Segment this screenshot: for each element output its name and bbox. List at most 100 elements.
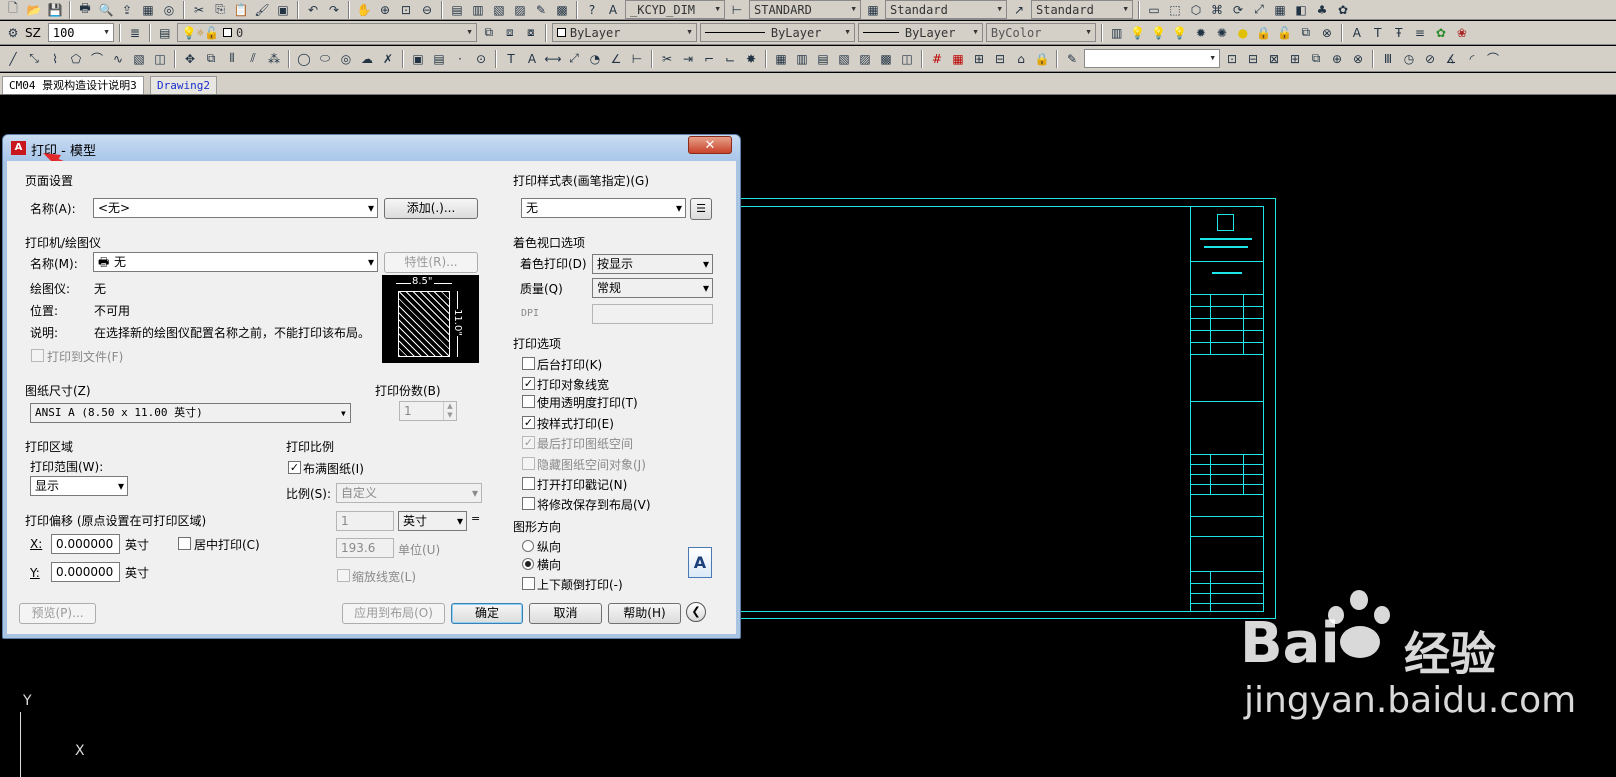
array-icon[interactable]: ⁂ — [265, 50, 283, 67]
plant-red-icon[interactable]: ❀ — [1453, 24, 1471, 41]
zoom-select[interactable]: 100 — [47, 23, 114, 42]
paste-icon[interactable]: 📋 — [232, 1, 250, 18]
lock-layer-icon[interactable]: 🔒 — [1255, 24, 1273, 41]
tool-b-icon[interactable]: ⊟ — [1244, 50, 1262, 67]
rectangle-icon[interactable]: ▭ — [1145, 1, 1163, 18]
help-icon[interactable]: ? — [583, 1, 601, 18]
printer-name-select[interactable]: 🖶 无 — [93, 252, 378, 272]
no-tool-icon[interactable]: ⊘ — [1421, 50, 1439, 67]
text-style2-icon[interactable]: Ŧ — [1390, 24, 1408, 41]
scale-lineweights-checkbox[interactable] — [337, 569, 350, 582]
plot-to-file-checkbox[interactable] — [31, 349, 44, 362]
edit-style-table-button[interactable]: ☰ — [690, 198, 712, 220]
tab-cm04[interactable]: CM04 景观构造设计说明3 — [2, 76, 144, 94]
erase-icon[interactable]: ✗ — [379, 50, 397, 67]
pline-icon[interactable]: ⌇ — [46, 50, 64, 67]
calculator-icon[interactable]: ▩ — [553, 1, 571, 18]
notepad-icon[interactable]: ✎ — [1063, 50, 1081, 67]
printer-properties-button[interactable]: 特性(R)... — [384, 252, 478, 273]
dpi-input[interactable] — [592, 304, 713, 324]
bar-tool-icon[interactable]: Ⅲ — [1379, 50, 1397, 67]
scale-unit-select[interactable]: 英寸 — [398, 511, 467, 531]
mleader-style-select[interactable]: Standard — [1031, 0, 1133, 19]
grid-icon[interactable]: ▦ — [1271, 1, 1289, 18]
bulb-on-icon[interactable]: 💡 — [1129, 24, 1147, 41]
mirror-icon[interactable]: ⫴ — [223, 50, 241, 67]
trim-icon[interactable]: ✂ — [658, 50, 676, 67]
lock-tool-icon[interactable]: 🔒 — [1033, 50, 1051, 67]
publish-icon[interactable]: ⇪ — [118, 1, 136, 18]
zoom-extents-icon[interactable]: ⊙ — [472, 50, 490, 67]
table-red-icon[interactable]: ▦ — [949, 50, 967, 67]
layer-delete-icon[interactable]: ⊗ — [1318, 24, 1336, 41]
redo-icon[interactable]: ↷ — [325, 1, 343, 18]
markup-icon[interactable]: ✎ — [532, 1, 550, 18]
color-select[interactable]: ByLayer — [551, 23, 697, 42]
bulb-freeze-icon[interactable]: 💡 — [1171, 24, 1189, 41]
offset-y-input[interactable]: 0.000000 — [51, 562, 120, 582]
save-to-layout-checkbox[interactable] — [522, 497, 535, 510]
close-button[interactable]: ✕ — [688, 136, 732, 154]
extend-icon[interactable]: ⇥ — [679, 50, 697, 67]
linetype-select[interactable]: ByLayer — [699, 23, 855, 42]
xline-icon[interactable]: ⤡ — [25, 50, 43, 67]
quality-select[interactable]: 常规 — [592, 278, 713, 298]
layer-merge-icon[interactable]: ⧉ — [1297, 24, 1315, 41]
scale-denominator-input[interactable]: 193.6 — [336, 538, 394, 558]
workspace-gear-icon[interactable]: ⚙ — [4, 24, 22, 41]
block-editor-icon[interactable]: ▣ — [274, 1, 292, 18]
region-icon[interactable]: ⬚ — [1166, 1, 1184, 18]
tab-drawing2[interactable]: Drawing2 — [150, 76, 217, 94]
plant-green-icon[interactable]: ✿ — [1432, 24, 1450, 41]
layer-walk-icon[interactable]: ▥ — [1108, 24, 1126, 41]
plant-icon[interactable]: ✿ — [1334, 1, 1352, 18]
curve-tool-icon[interactable]: ⌒ — [1484, 50, 1502, 67]
layer-previous-icon[interactable]: ⧈ — [501, 24, 519, 41]
scale-select[interactable]: 自定义 — [336, 483, 482, 503]
circle-tool-icon[interactable]: ◯ — [295, 50, 313, 67]
tool-f-icon[interactable]: ⊕ — [1328, 50, 1346, 67]
ok-button[interactable]: 确定 — [451, 603, 523, 624]
plot-transparency-checkbox[interactable] — [522, 395, 535, 408]
cut-icon[interactable]: ✂ — [190, 1, 208, 18]
apply-to-layout-button[interactable]: 应用到布局(O) — [342, 603, 445, 624]
clock-tool-icon[interactable]: ◷ — [1400, 50, 1418, 67]
offset-icon[interactable]: ⫽ — [244, 50, 262, 67]
collapse-options-button[interactable]: ❮ — [686, 602, 706, 622]
layout-3-icon[interactable]: ▤ — [814, 50, 832, 67]
layout-1-icon[interactable]: ▦ — [772, 50, 790, 67]
mtext-icon[interactable]: T — [502, 50, 520, 67]
revcloud-icon[interactable]: ☁ — [358, 50, 376, 67]
fit-to-paper-checkbox[interactable]: ✓ — [288, 461, 301, 474]
background-plot-checkbox[interactable] — [522, 357, 535, 370]
zoom-previous-icon[interactable]: ⊖ — [418, 1, 436, 18]
zoom-window-icon[interactable]: ⊡ — [397, 1, 415, 18]
match-properties-icon[interactable]: 🖌 — [253, 1, 271, 18]
layer-states-icon[interactable]: ▤ — [156, 24, 174, 41]
bulb-off-icon[interactable]: 💡 — [1150, 24, 1168, 41]
tool-a-icon[interactable]: ⊡ — [1223, 50, 1241, 67]
portrait-radio[interactable] — [522, 540, 534, 552]
plot-range-select[interactable]: 显示 — [30, 476, 128, 496]
table-style-select[interactable]: Standard — [885, 0, 1007, 19]
layout-6-icon[interactable]: ▩ — [877, 50, 895, 67]
plot-with-styles-checkbox[interactable]: ✓ — [522, 416, 535, 429]
tool-palette-icon[interactable]: ▧ — [490, 1, 508, 18]
tree-icon[interactable]: ♣ — [1313, 1, 1331, 18]
scale-numerator-input[interactable]: 1 — [336, 511, 394, 531]
plot-icon[interactable]: ▦ — [139, 1, 157, 18]
text-edit-icon[interactable]: A — [1348, 24, 1366, 41]
plot-style-table-select[interactable]: 无 — [521, 198, 686, 218]
layer-iso-icon[interactable]: ⧇ — [522, 24, 540, 41]
shade-plot-select[interactable]: 按显示 — [592, 254, 713, 274]
help-button[interactable]: 帮助(H) — [608, 603, 681, 624]
layout-5-icon[interactable]: ▨ — [856, 50, 874, 67]
command-quick-input[interactable] — [1084, 49, 1220, 68]
plot-stamp-checkbox[interactable] — [522, 477, 535, 490]
layout-2-icon[interactable]: ▥ — [793, 50, 811, 67]
print-icon[interactable]: 🖶 — [76, 1, 94, 18]
angle-tool-icon[interactable]: ∡ — [1442, 50, 1460, 67]
landscape-radio[interactable] — [522, 558, 534, 570]
undo-icon[interactable]: ↶ — [304, 1, 322, 18]
layer-select[interactable]: 💡 ☼ 🔓 0 — [176, 23, 477, 42]
